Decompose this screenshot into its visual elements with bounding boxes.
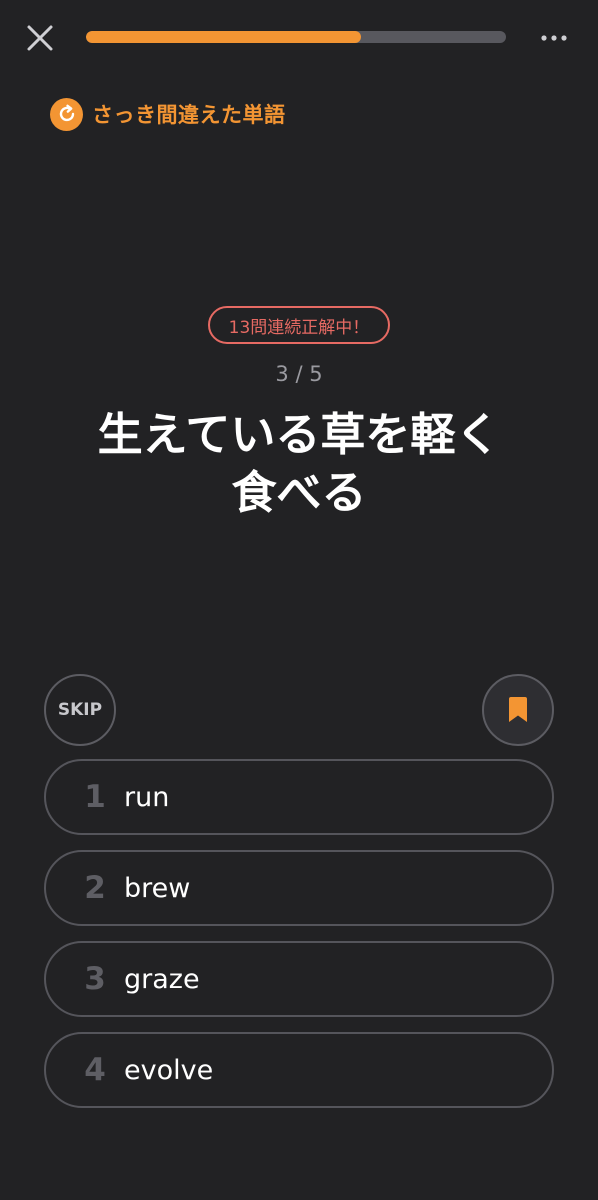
question-line-1: 生えている草を軽く (97, 408, 501, 461)
option-number: 4 (84, 1052, 106, 1088)
answer-option-1[interactable]: 1 run (44, 759, 554, 835)
review-mistakes-label: さっき間違えた単語 (92, 103, 286, 127)
answer-option-3[interactable]: 3 graze (44, 941, 554, 1017)
answer-options: 1 run 2 brew 3 graze 4 evolve (44, 759, 554, 1123)
top-bar (0, 0, 598, 76)
option-number: 1 (84, 779, 106, 815)
streak-badge: 13問連続正解中！ (208, 306, 390, 344)
option-text: graze (124, 963, 200, 995)
more-options-button[interactable] (534, 22, 574, 54)
review-mistakes-tag: さっき間違えた単語 (50, 96, 286, 132)
question-text: 生えている草を軽く 食べる (40, 406, 558, 522)
question-line-2: 食べる (231, 466, 367, 519)
option-text: brew (124, 872, 191, 904)
option-text: run (124, 781, 170, 813)
close-icon (27, 25, 53, 51)
refresh-icon (50, 97, 83, 131)
bookmark-button[interactable] (482, 674, 554, 746)
option-number: 2 (84, 870, 106, 906)
question-counter: 3 / 5 (275, 362, 323, 386)
answer-option-2[interactable]: 2 brew (44, 850, 554, 926)
progress-bar-fill (86, 31, 362, 43)
close-button[interactable] (22, 20, 58, 56)
answer-option-4[interactable]: 4 evolve (44, 1032, 554, 1108)
bookmark-icon (509, 697, 527, 722)
skip-button[interactable]: SKIP (44, 674, 116, 746)
more-horizontal-icon (541, 35, 567, 41)
progress-bar (86, 31, 506, 43)
option-text: evolve (124, 1054, 214, 1086)
option-number: 3 (84, 961, 106, 997)
